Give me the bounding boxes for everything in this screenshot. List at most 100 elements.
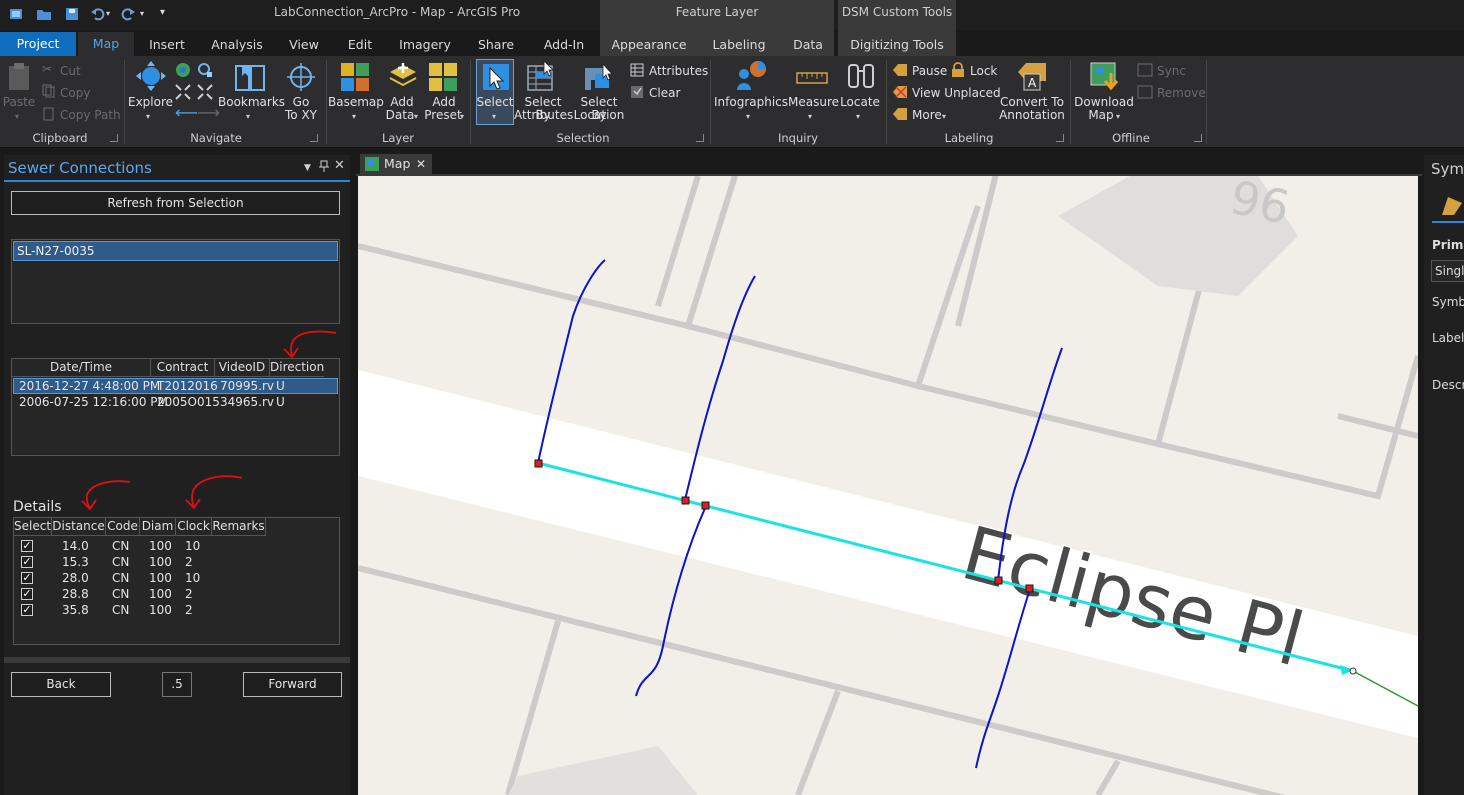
tab-labeling[interactable]: Labeling: [704, 36, 774, 56]
tab-share[interactable]: Share: [472, 36, 520, 56]
column-header-contract[interactable]: Contract: [151, 359, 215, 377]
cut-button[interactable]: Cut: [60, 64, 81, 78]
more-dropdown-icon[interactable]: ▾: [942, 112, 946, 121]
tab-edit[interactable]: Edit: [340, 36, 380, 56]
undo-icon[interactable]: [90, 6, 106, 22]
row-select-checkbox[interactable]: ✓: [21, 572, 33, 584]
add-data-button-line2[interactable]: Data: [384, 109, 416, 122]
step-input[interactable]: .5: [162, 672, 192, 697]
tab-map[interactable]: Map: [78, 32, 134, 56]
add-data-dropdown-icon[interactable]: ▾: [414, 112, 418, 121]
download-map-line2[interactable]: Map: [1086, 109, 1116, 122]
table-row[interactable]: 2016-12-27 4:48:00 PM T2012016 70995.rv …: [13, 378, 338, 394]
tab-add-in[interactable]: Add-In: [538, 36, 590, 56]
select-by-location-line2[interactable]: Location: [572, 109, 626, 122]
locate-dropdown-icon[interactable]: ▾: [856, 112, 860, 121]
forward-button[interactable]: Forward: [243, 672, 342, 697]
labeling-launcher-icon[interactable]: [1056, 134, 1064, 142]
open-project-icon[interactable]: [36, 6, 52, 22]
basemap-button[interactable]: Basemap: [328, 96, 384, 109]
navigate-launcher-icon[interactable]: [310, 134, 318, 142]
column-header-clock[interactable]: Clock: [176, 518, 212, 536]
pin-icon[interactable]: [319, 160, 329, 175]
go-to-xy-button-line2[interactable]: To XY: [280, 109, 322, 122]
locate-button[interactable]: Locate: [838, 96, 882, 109]
column-header-code[interactable]: Code: [106, 518, 140, 536]
sewer-main-line[interactable]: [537, 461, 1354, 673]
tab-data[interactable]: Data: [786, 36, 830, 56]
tab-analysis[interactable]: Analysis: [206, 36, 268, 56]
fixed-zoom-in-icon[interactable]: [175, 84, 191, 103]
download-map-dropdown-icon[interactable]: ▾: [1116, 112, 1120, 121]
basemap-dropdown-icon[interactable]: ▾: [352, 112, 356, 121]
tab-insert[interactable]: Insert: [140, 36, 194, 56]
map-drawing[interactable]: 96 Eclipse Pl: [358, 176, 1418, 795]
table-row[interactable]: 2006-07-25 12:16:00 PM 2005O015 34965.rv…: [13, 395, 338, 411]
add-preset-button-line2[interactable]: Preset: [422, 109, 464, 122]
close-pane-icon[interactable]: ✕: [334, 158, 345, 173]
previous-extent-icon[interactable]: ⟵: [175, 105, 198, 121]
row-select-checkbox[interactable]: ✓: [21, 588, 33, 600]
bookmarks-button[interactable]: Bookmarks: [218, 96, 285, 109]
redo-icon[interactable]: [120, 6, 136, 22]
lock-button[interactable]: Lock: [970, 64, 997, 78]
infographics-dropdown-icon[interactable]: ▾: [746, 112, 750, 121]
column-header-remarks[interactable]: Remarks: [212, 518, 266, 536]
zoom-to-selection-icon[interactable]: [197, 62, 213, 81]
select-by-attributes-line2[interactable]: Attributes: [514, 109, 573, 122]
sync-button[interactable]: Sync: [1157, 64, 1186, 78]
attributes-button[interactable]: Attributes: [649, 64, 708, 78]
paste-button[interactable]: Paste: [2, 96, 36, 109]
column-header-direction[interactable]: Direction: [270, 359, 324, 377]
clipboard-launcher-icon[interactable]: [110, 134, 118, 142]
redo-dropdown-icon[interactable]: ▾: [140, 9, 156, 25]
remove-button[interactable]: Remove: [1157, 86, 1206, 100]
select-button[interactable]: Select: [476, 96, 514, 109]
measure-dropdown-icon[interactable]: ▾: [808, 112, 812, 121]
pause-button[interactable]: Pause: [912, 64, 947, 78]
next-extent-icon[interactable]: ⟶: [197, 105, 220, 121]
full-extent-icon[interactable]: [175, 62, 191, 81]
close-map-tab-icon[interactable]: ✕: [416, 154, 426, 174]
copy-path-button[interactable]: Copy Path: [60, 108, 121, 122]
measure-button[interactable]: Measure: [788, 96, 839, 109]
offline-launcher-icon[interactable]: [1194, 134, 1202, 142]
column-header-diam[interactable]: Diam: [140, 518, 176, 536]
tab-imagery[interactable]: Imagery: [396, 36, 454, 56]
explore-dropdown-icon[interactable]: ▾: [146, 112, 150, 121]
column-header-datetime[interactable]: Date/Time: [12, 359, 151, 377]
copy-button[interactable]: Copy: [60, 86, 90, 100]
add-preset-dropdown-icon[interactable]: ▾: [460, 112, 464, 121]
refresh-from-selection-button[interactable]: Refresh from Selection: [11, 191, 340, 215]
symbology-primary-icon[interactable]: [1440, 193, 1464, 220]
back-button[interactable]: Back: [11, 672, 111, 697]
tab-appearance[interactable]: Appearance: [604, 36, 694, 56]
map-canvas[interactable]: 96 Eclipse Pl: [358, 176, 1418, 795]
more-button[interactable]: More: [912, 108, 942, 122]
row-select-checkbox[interactable]: ✓: [21, 556, 33, 568]
fixed-zoom-out-icon[interactable]: [197, 84, 213, 103]
clear-button[interactable]: Clear: [649, 86, 680, 100]
column-header-videoid[interactable]: VideoID: [215, 359, 270, 377]
tab-project[interactable]: Project: [0, 32, 76, 56]
column-header-select[interactable]: Select: [14, 518, 52, 536]
save-icon[interactable]: [64, 6, 80, 22]
tab-view[interactable]: View: [282, 36, 326, 56]
convert-to-annotation-line2[interactable]: Annotation: [996, 109, 1068, 122]
primary-symbology-dropdown[interactable]: Single: [1431, 260, 1464, 282]
row-select-checkbox[interactable]: ✓: [21, 540, 33, 552]
tab-map-view[interactable]: Map ✕: [360, 154, 432, 174]
row-select-checkbox[interactable]: ✓: [21, 604, 33, 616]
pane-options-icon[interactable]: ▼: [304, 163, 311, 173]
selection-launcher-icon[interactable]: [696, 134, 704, 142]
tab-digitizing-tools[interactable]: Digitizing Tools: [842, 36, 952, 56]
paste-dropdown-icon[interactable]: ▾: [15, 112, 19, 121]
explore-button[interactable]: Explore: [128, 96, 173, 109]
pane-splitter[interactable]: [4, 657, 350, 663]
customize-toolbar-icon[interactable]: ▾: [160, 7, 176, 23]
infographics-button[interactable]: Infographics: [714, 96, 788, 109]
bookmarks-dropdown-icon[interactable]: ▾: [246, 112, 250, 121]
list-item[interactable]: SL-N27-0035: [13, 241, 338, 261]
select-dropdown-icon[interactable]: ▾: [492, 112, 496, 121]
view-unplaced-button[interactable]: View Unplaced: [912, 86, 1001, 100]
